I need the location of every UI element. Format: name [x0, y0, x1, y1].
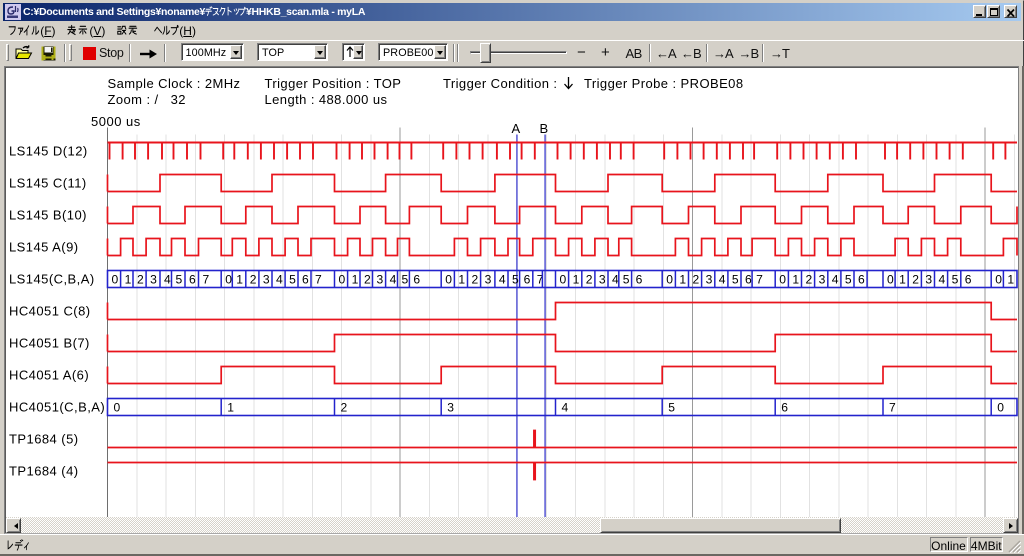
svg-text:Length : 488.000 us: Length : 488.000 us — [265, 92, 388, 107]
svg-text:3: 3 — [377, 272, 384, 286]
svg-text:2: 2 — [806, 272, 813, 286]
svg-text:4: 4 — [562, 400, 569, 414]
svg-text:1: 1 — [899, 272, 906, 286]
svg-text:3: 3 — [263, 272, 270, 286]
svg-text:2: 2 — [693, 272, 700, 286]
svg-text:3: 3 — [706, 272, 713, 286]
svg-text:Zoom : / 32: Zoom : / 32 — [108, 92, 186, 107]
svg-text:5: 5 — [732, 272, 739, 286]
svg-text:Trigger Probe : PROBE08: Trigger Probe : PROBE08 — [584, 76, 743, 91]
svg-text:LS145(C,B,A): LS145(C,B,A) — [9, 272, 95, 287]
svg-text:6: 6 — [858, 272, 865, 286]
svg-text:5: 5 — [668, 400, 675, 414]
svg-text:4: 4 — [499, 272, 506, 286]
svg-text:0: 0 — [112, 272, 119, 286]
svg-text:4: 4 — [612, 272, 619, 286]
svg-text:HC4051 A(6): HC4051 A(6) — [9, 368, 89, 383]
svg-text:HC4051(C,B,A): HC4051(C,B,A) — [9, 400, 105, 415]
svg-text:1: 1 — [679, 272, 686, 286]
svg-text:TP1684 (5): TP1684 (5) — [9, 432, 79, 447]
svg-text:HC4051 C(8): HC4051 C(8) — [9, 304, 91, 319]
svg-text:7: 7 — [315, 272, 322, 286]
svg-text:6: 6 — [524, 272, 531, 286]
svg-text:1: 1 — [1007, 272, 1014, 286]
svg-text:5: 5 — [623, 272, 630, 286]
svg-text:7: 7 — [203, 272, 210, 286]
svg-text:Trigger Position : TOP: Trigger Position : TOP — [265, 76, 402, 91]
svg-text:6: 6 — [745, 272, 752, 286]
svg-text:LS145 A(9): LS145 A(9) — [9, 240, 79, 255]
svg-text:3: 3 — [819, 272, 826, 286]
svg-text:5: 5 — [845, 272, 852, 286]
svg-text:6: 6 — [781, 400, 788, 414]
svg-text:1: 1 — [125, 272, 132, 286]
svg-text:0: 0 — [779, 272, 786, 286]
svg-text:B: B — [540, 121, 549, 136]
svg-text:5000 us: 5000 us — [91, 114, 141, 129]
svg-text:7: 7 — [756, 272, 763, 286]
svg-text:6: 6 — [189, 272, 196, 286]
svg-text:0: 0 — [445, 272, 452, 286]
svg-text:3: 3 — [447, 400, 454, 414]
svg-text:4: 4 — [939, 272, 946, 286]
svg-text:TP1684 (4): TP1684 (4) — [9, 464, 79, 479]
svg-text:7: 7 — [889, 400, 896, 414]
svg-text:4: 4 — [719, 272, 726, 286]
svg-text:Trigger Condition :: Trigger Condition : — [443, 76, 557, 91]
svg-text:5: 5 — [512, 272, 519, 286]
svg-text:2: 2 — [586, 272, 593, 286]
svg-text:5: 5 — [289, 272, 296, 286]
svg-text:0: 0 — [887, 272, 894, 286]
svg-text:1: 1 — [352, 272, 359, 286]
svg-text:0: 0 — [995, 272, 1002, 286]
svg-text:4: 4 — [832, 272, 839, 286]
svg-text:3: 3 — [150, 272, 157, 286]
svg-text:6: 6 — [413, 272, 420, 286]
svg-text:3: 3 — [599, 272, 606, 286]
svg-text:1: 1 — [236, 272, 243, 286]
svg-text:Sample Clock : 2MHz: Sample Clock : 2MHz — [108, 76, 241, 91]
svg-text:0: 0 — [560, 272, 567, 286]
svg-text:5: 5 — [402, 272, 409, 286]
svg-text:2: 2 — [364, 272, 371, 286]
svg-text:2: 2 — [912, 272, 919, 286]
svg-text:1: 1 — [458, 272, 465, 286]
svg-text:4: 4 — [276, 272, 283, 286]
svg-text:2: 2 — [472, 272, 479, 286]
svg-text:1: 1 — [792, 272, 799, 286]
svg-text:4: 4 — [164, 272, 171, 286]
svg-text:6: 6 — [302, 272, 309, 286]
svg-text:3: 3 — [925, 272, 932, 286]
svg-text:0: 0 — [225, 272, 232, 286]
svg-text:0: 0 — [114, 400, 121, 414]
svg-text:LS145 C(11): LS145 C(11) — [9, 176, 87, 191]
svg-text:2: 2 — [250, 272, 257, 286]
svg-text:0: 0 — [997, 400, 1004, 414]
svg-text:0: 0 — [339, 272, 346, 286]
svg-text:LS145 B(10): LS145 B(10) — [9, 208, 87, 223]
svg-text:2: 2 — [137, 272, 144, 286]
svg-text:3: 3 — [485, 272, 492, 286]
svg-text:A: A — [512, 121, 521, 136]
svg-text:0: 0 — [666, 272, 673, 286]
svg-text:1: 1 — [573, 272, 580, 286]
svg-text:5: 5 — [176, 272, 183, 286]
svg-text:5: 5 — [952, 272, 959, 286]
svg-text:4: 4 — [390, 272, 397, 286]
svg-text:6: 6 — [965, 272, 972, 286]
svg-text:2: 2 — [341, 400, 348, 414]
svg-text:HC4051 B(7): HC4051 B(7) — [9, 336, 90, 351]
svg-text:1: 1 — [227, 400, 234, 414]
svg-text:6: 6 — [636, 272, 643, 286]
svg-text:LS145 D(12): LS145 D(12) — [9, 144, 88, 159]
